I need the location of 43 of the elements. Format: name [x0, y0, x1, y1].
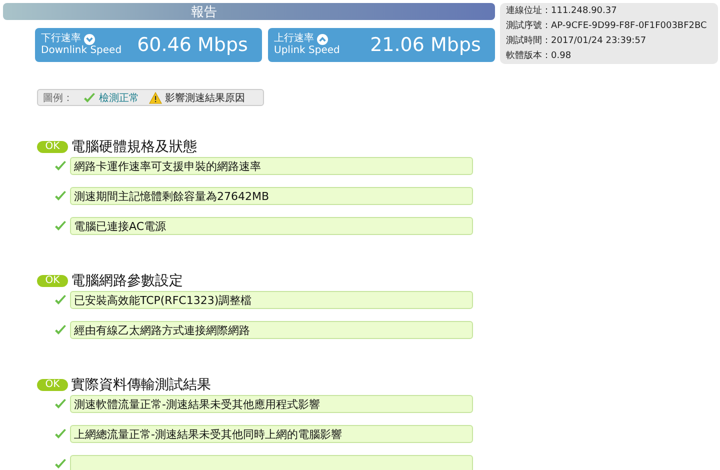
check-icon	[54, 220, 67, 232]
info-value: AP-9CFE-9D99-F8F-0F1F003BF2BC	[551, 20, 707, 30]
info-label: 測試時間：	[506, 36, 551, 46]
check-icon	[54, 398, 67, 410]
result-row: 電腦已連接AC電源	[70, 217, 473, 235]
legend-label: 圖例：	[43, 92, 73, 104]
section-title: 電腦網路參數設定	[71, 272, 183, 290]
info-label: 測試序號：	[506, 20, 551, 30]
check-icon	[54, 458, 67, 470]
status-badge: OK	[37, 275, 68, 287]
check-icon	[83, 92, 96, 104]
section-title: 電腦硬體規格及狀態	[71, 138, 197, 156]
speed-label: 下行速率	[41, 33, 81, 45]
result-row: 測速軟體流量正常-測速結果未受其他應用程式影響	[70, 395, 473, 413]
download-icon	[84, 34, 95, 44]
info-value: 111.248.90.37	[551, 6, 617, 16]
window-title: 報告	[191, 4, 217, 20]
status-badge: OK	[37, 379, 68, 391]
speed-sublabel: Uplink Speed	[274, 45, 341, 57]
status-badge: OK	[37, 141, 68, 153]
legend-text: 影響測速結果原因	[165, 92, 245, 104]
warning-icon	[149, 92, 162, 104]
speed-sublabel: Downlink Speed	[41, 45, 123, 57]
info-label: 軟體版本：	[506, 50, 551, 60]
result-row: 網路卡運作速率可支援申裝的網路速率	[70, 157, 473, 175]
check-icon	[54, 324, 67, 336]
legend-text: 檢測正常	[99, 92, 139, 104]
check-icon	[54, 294, 67, 306]
section-title: 實際資料傳輸測試結果	[71, 376, 211, 394]
speed-label: 上行速率	[274, 33, 314, 45]
info-label: 連線位址：	[506, 6, 551, 16]
check-icon	[54, 160, 67, 172]
result-row: 上網總流量正常-測速結果未受其他同時上網的電腦影響	[70, 425, 473, 443]
result-row: 測速期間主記憶體剩餘容量為27642MB	[70, 187, 473, 205]
info-value: 0.98	[551, 50, 572, 60]
check-icon	[54, 428, 67, 440]
upload-icon	[317, 34, 328, 44]
result-row: 已安裝高效能TCP(RFC1323)調整檔	[70, 291, 473, 309]
result-row: 經由有線乙太網路方式連接網際網路	[70, 321, 473, 339]
info-value: 2017/01/24 23:39:57	[551, 36, 646, 46]
check-icon	[54, 190, 67, 202]
speed-value: 60.46 Mbps	[136, 34, 249, 56]
speed-value: 21.06 Mbps	[369, 34, 482, 56]
